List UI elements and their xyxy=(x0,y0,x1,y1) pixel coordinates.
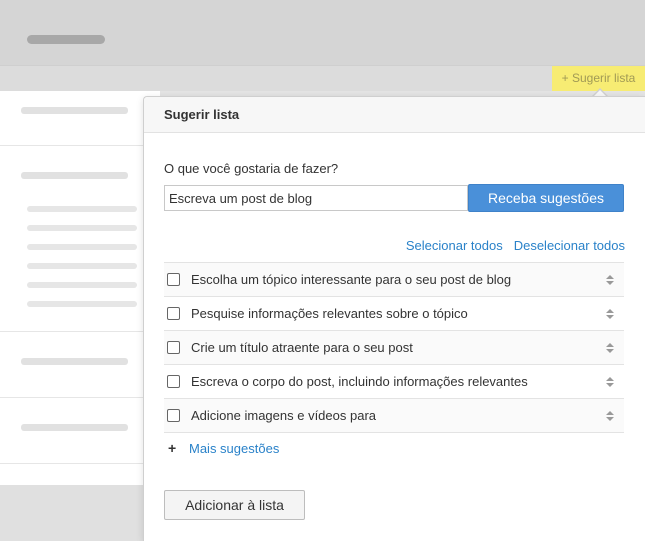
suggestion-label: Crie um título atraente para o seu post xyxy=(191,340,413,355)
suggestion-label: Adicione imagens e vídeos para xyxy=(191,408,377,423)
deselect-all-link[interactable]: Deselecionar todos xyxy=(514,238,625,253)
add-to-list-button[interactable]: Adicionar à lista xyxy=(164,490,305,520)
checkbox-icon[interactable] xyxy=(167,273,180,286)
placeholder-bar xyxy=(27,301,137,307)
plus-icon: + xyxy=(168,440,177,456)
divider xyxy=(0,145,150,146)
sort-handle-icon[interactable] xyxy=(604,410,616,421)
placeholder-bar xyxy=(27,225,137,231)
app-header xyxy=(0,0,645,66)
more-suggestions-link[interactable]: + Mais sugestões xyxy=(168,440,279,456)
placeholder-bar xyxy=(27,263,137,269)
placeholder-bar xyxy=(21,358,128,365)
toolbar xyxy=(0,66,645,91)
sort-handle-icon[interactable] xyxy=(604,376,616,387)
prompt-input[interactable] xyxy=(164,185,468,211)
suggestion-item[interactable]: Escolha um tópico interessante para o se… xyxy=(164,263,624,297)
select-all-link[interactable]: Selecionar todos xyxy=(406,238,503,253)
divider xyxy=(0,331,150,332)
suggestion-label: Escolha um tópico interessante para o se… xyxy=(191,272,512,287)
divider xyxy=(0,463,150,464)
get-suggestions-button[interactable]: Receba sugestões xyxy=(468,184,624,212)
prompt-label: O que você gostaria de fazer? xyxy=(164,161,339,176)
placeholder-bar xyxy=(27,244,137,250)
selection-links: Selecionar todos Deselecionar todos xyxy=(395,238,625,253)
suggestion-item[interactable]: Crie um título atraente para o seu post xyxy=(164,331,624,365)
checkbox-icon[interactable] xyxy=(167,341,180,354)
suggest-list-popover: Sugerir lista O que você gostaria de faz… xyxy=(143,96,645,541)
suggestion-label: Pesquise informações relevantes sobre o … xyxy=(191,306,468,321)
placeholder-bar xyxy=(21,424,128,431)
checkbox-icon[interactable] xyxy=(167,307,180,320)
divider xyxy=(0,397,150,398)
checkbox-icon[interactable] xyxy=(167,375,180,388)
checkbox-icon[interactable] xyxy=(167,409,180,422)
suggestion-item[interactable]: Adicione imagens e vídeos para xyxy=(164,399,624,433)
placeholder-bar xyxy=(27,282,137,288)
placeholder-bar xyxy=(27,206,137,212)
suggestion-item[interactable]: Pesquise informações relevantes sobre o … xyxy=(164,297,624,331)
suggestion-label: Escreva o corpo do post, incluindo infor… xyxy=(191,374,528,389)
suggestion-item[interactable]: Escreva o corpo do post, incluindo infor… xyxy=(164,365,624,399)
placeholder-bar xyxy=(21,172,128,179)
suggestion-list: Escolha um tópico interessante para o se… xyxy=(164,262,624,433)
sort-handle-icon[interactable] xyxy=(604,342,616,353)
background-list xyxy=(0,91,160,485)
header-placeholder xyxy=(27,35,105,44)
more-suggestions-label: Mais sugestões xyxy=(189,440,280,456)
placeholder-bar xyxy=(21,107,128,114)
sort-handle-icon[interactable] xyxy=(604,274,616,285)
sort-handle-icon[interactable] xyxy=(604,308,616,319)
popover-title: Sugerir lista xyxy=(144,97,645,133)
